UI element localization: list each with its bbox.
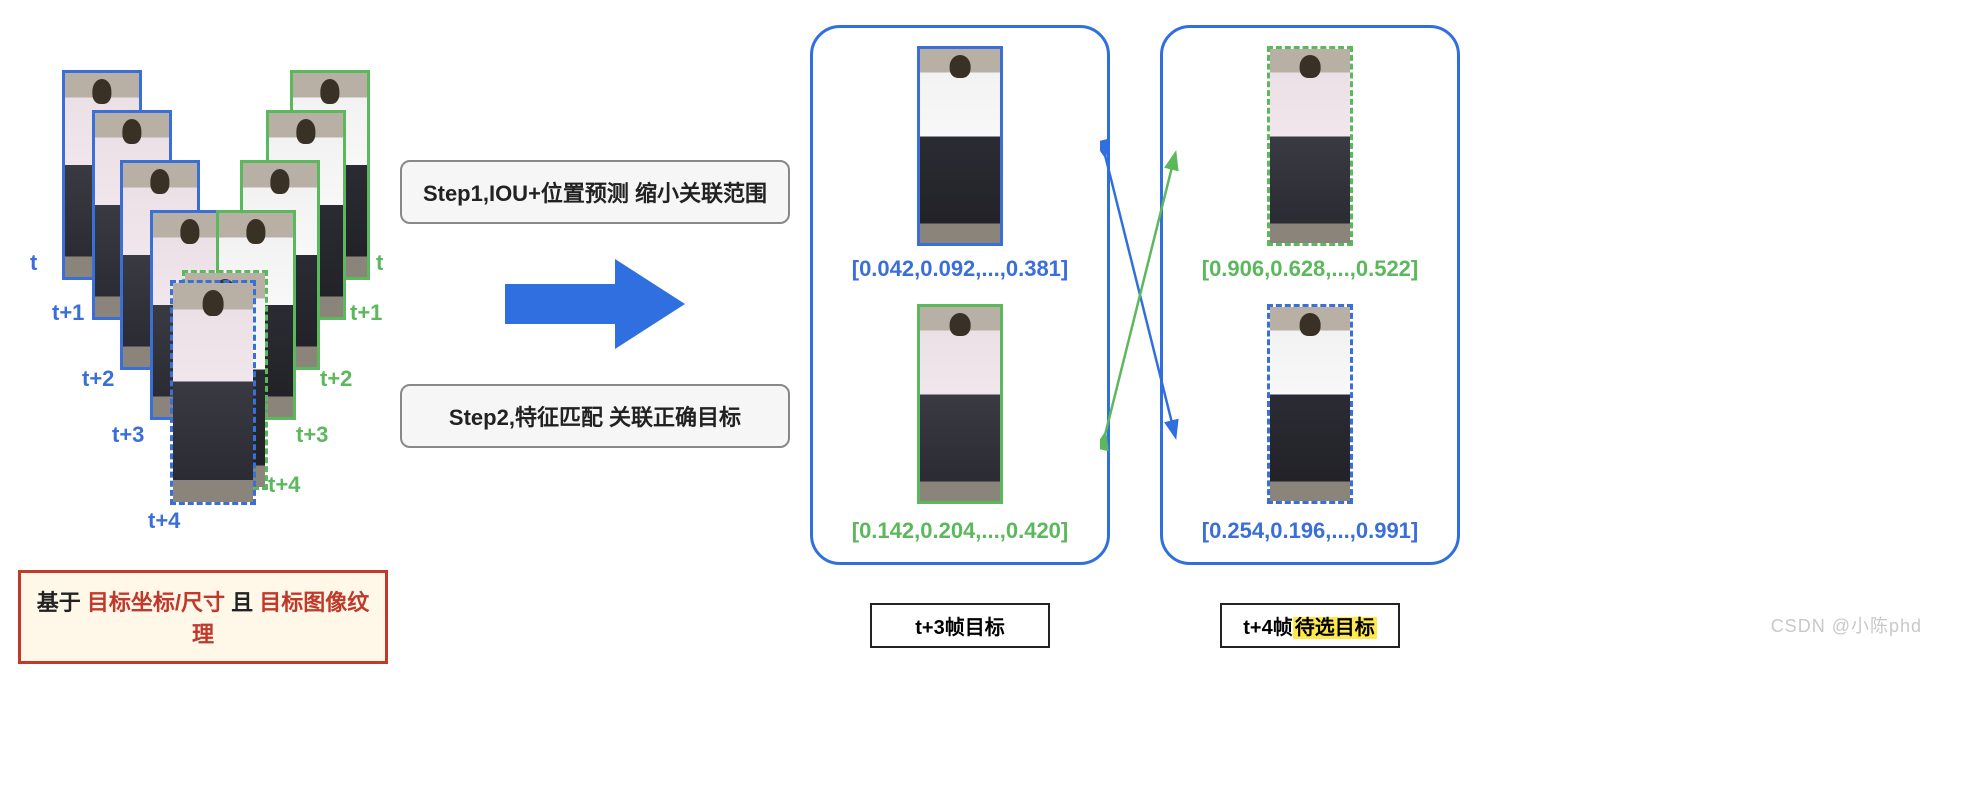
green-label-t3: t+3: [296, 422, 336, 448]
green-label-t4: t+4: [268, 472, 308, 498]
summary-box: 基于 目标坐标/尺寸 且 目标图像纹理: [18, 570, 388, 664]
panel-t3-targets: [0.042,0.092,...,0.381] [0.142,0.204,...…: [810, 25, 1110, 565]
green-label-t2: t+2: [320, 366, 360, 392]
panel-left-vec-bottom: [0.142,0.204,...,0.420]: [813, 518, 1107, 544]
pipeline-steps: Step1,IOU+位置预测 缩小关联范围 Step2,特征匹配 关联正确目标: [400, 160, 790, 478]
panel-right-caption: t+4帧待选目标: [1220, 603, 1400, 648]
summary-t3: 且: [231, 590, 259, 615]
blue-track-crop-t4: [170, 280, 256, 505]
arrow-icon: [505, 254, 685, 354]
summary-t1: 基于: [37, 590, 87, 615]
blue-label-t2: t+2: [82, 366, 122, 392]
panel-left-crop-bottom: [917, 304, 1003, 504]
panel-left-vec-top: [0.042,0.092,...,0.381]: [813, 256, 1107, 282]
blue-label-t: t: [30, 250, 37, 276]
summary-t2: 目标坐标/尺寸: [87, 590, 225, 615]
arrow-right: [400, 254, 790, 354]
blue-label-t3: t+3: [112, 422, 152, 448]
track-cascade: t t+1 t+2 t+3 t+4 t t+1 t+2 t+3 t+4: [20, 70, 390, 550]
panel-right-caption-highlight: 待选目标: [1293, 617, 1377, 639]
panel-t4-candidates: [0.906,0.628,...,0.522] [0.254,0.196,...…: [1160, 25, 1460, 565]
panel-right-crop-bottom: [1267, 304, 1353, 504]
watermark: CSDN @小陈phd: [1771, 612, 1922, 638]
panel-right-caption-prefix: t+4帧: [1243, 617, 1292, 639]
panel-left-crop-top: [917, 46, 1003, 246]
panel-left-caption: t+3帧目标: [870, 603, 1050, 648]
green-label-t: t: [376, 250, 383, 276]
step2-box: Step2,特征匹配 关联正确目标: [400, 384, 790, 448]
panel-right-crop-top: [1267, 46, 1353, 246]
step1-box: Step1,IOU+位置预测 缩小关联范围: [400, 160, 790, 224]
panel-right-vec-bottom: [0.254,0.196,...,0.991]: [1163, 518, 1457, 544]
blue-label-t1: t+1: [52, 300, 92, 326]
green-label-t1: t+1: [350, 300, 390, 326]
blue-label-t4: t+4: [148, 508, 188, 534]
panel-right-vec-top: [0.906,0.628,...,0.522]: [1163, 256, 1457, 282]
